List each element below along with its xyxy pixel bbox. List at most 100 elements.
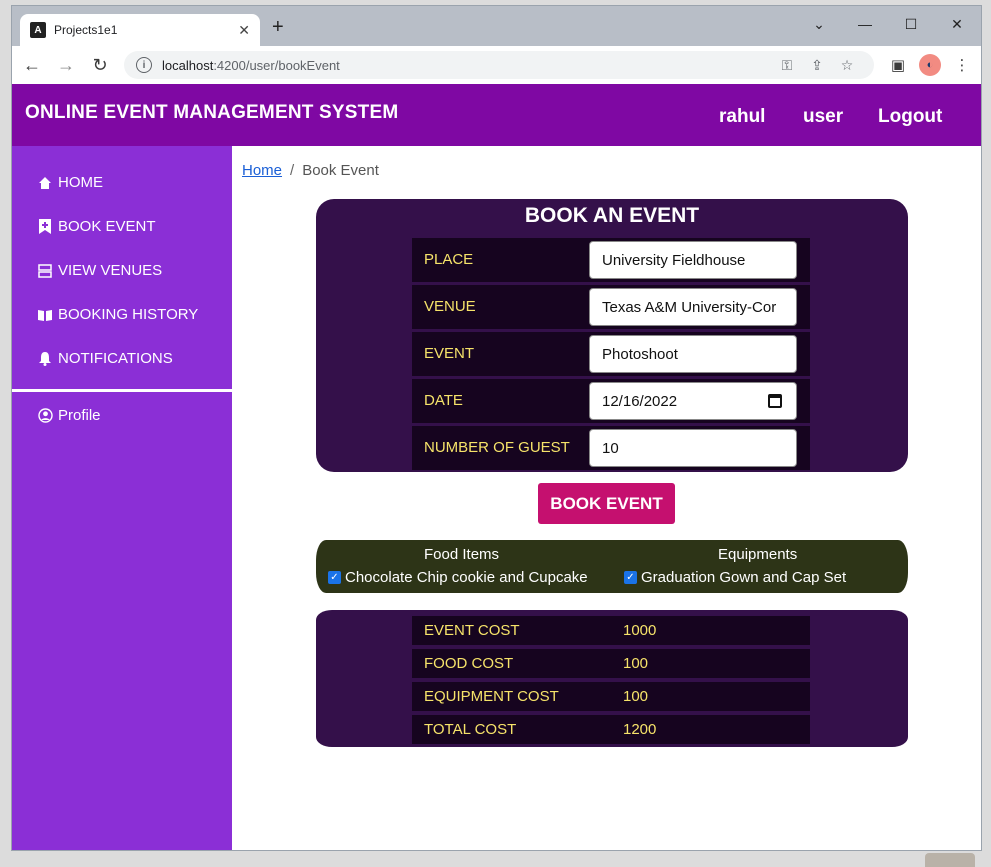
browser-tab[interactable]: A Projects1e1 ✕ bbox=[20, 14, 260, 46]
minimize-button[interactable]: — bbox=[842, 10, 888, 38]
sidebar-divider bbox=[12, 389, 232, 392]
food-item-option[interactable]: ✓ Chocolate Chip cookie and Cupcake bbox=[328, 569, 588, 586]
event-cost-value: 1000 bbox=[623, 622, 657, 639]
food-cost-value: 100 bbox=[623, 655, 649, 672]
form-row-event: EVENT Photoshoot bbox=[412, 332, 810, 376]
breadcrumb-home-link[interactable]: Home bbox=[242, 162, 282, 179]
app-header: ONLINE EVENT MANAGEMENT SYSTEM rahul use… bbox=[12, 84, 981, 146]
form-row-venue: VENUE Texas A&M University-Cor bbox=[412, 285, 810, 329]
url-text[interactable]: localhost:4200/user/bookEvent bbox=[162, 58, 772, 73]
food-items-heading: Food Items bbox=[424, 546, 500, 563]
star-icon[interactable]: ☆ bbox=[832, 57, 862, 74]
event-cost-label: EVENT COST bbox=[424, 622, 520, 639]
guests-label: NUMBER OF GUEST bbox=[424, 439, 570, 456]
close-window-button[interactable]: ✕ bbox=[934, 10, 980, 38]
sidebar-item-label: NOTIFICATIONS bbox=[58, 350, 173, 367]
food-item-label: Chocolate Chip cookie and Cupcake bbox=[345, 569, 588, 586]
event-label: EVENT bbox=[424, 345, 475, 362]
url-path: :4200/user/bookEvent bbox=[213, 57, 340, 73]
total-cost-value: 1200 bbox=[623, 721, 657, 738]
key-icon[interactable]: ⚿ bbox=[772, 57, 802, 74]
logout-link[interactable]: Logout bbox=[878, 106, 942, 128]
chevron-down-icon[interactable]: ⌄ bbox=[796, 10, 842, 38]
close-tab-icon[interactable]: ✕ bbox=[238, 22, 250, 39]
angular-icon: A bbox=[30, 22, 46, 38]
browser-toolbar: ← → ↻ i localhost:4200/user/bookEvent ⚿ … bbox=[12, 46, 981, 84]
form-row-place: PLACE University Fieldhouse bbox=[412, 238, 810, 282]
url-host: localhost bbox=[162, 57, 214, 73]
breadcrumb: Home / Book Event bbox=[242, 162, 379, 179]
venue-input[interactable]: Texas A&M University-Cor bbox=[589, 288, 797, 326]
cost-row: TOTAL COST 1200 bbox=[412, 715, 810, 744]
desktop-decoration bbox=[925, 853, 975, 867]
address-bar[interactable]: i localhost:4200/user/bookEvent ⚿ ⇪ ☆ bbox=[124, 51, 874, 79]
form-row-guests: NUMBER OF GUEST 10 bbox=[412, 426, 810, 470]
place-input[interactable]: University Fieldhouse bbox=[589, 241, 797, 279]
share-icon[interactable]: ⇪ bbox=[802, 57, 832, 74]
sidebar-item-label: BOOKING HISTORY bbox=[58, 306, 199, 323]
sidebar-item-label: Profile bbox=[58, 407, 101, 424]
book-open-icon bbox=[37, 307, 53, 323]
back-icon[interactable]: ← bbox=[18, 51, 46, 79]
equipment-item-label: Graduation Gown and Cap Set bbox=[641, 569, 847, 586]
cost-summary-panel: EVENT COST 1000 FOOD COST 100 EQUIPMENT … bbox=[316, 610, 908, 747]
sidebar-item-label: BOOK EVENT bbox=[58, 218, 156, 235]
checkbox-checked-icon[interactable]: ✓ bbox=[624, 571, 637, 584]
sidebar: HOME BOOK EVENT VIEW VENUES BOOKING HIST… bbox=[12, 146, 232, 850]
user-role-link[interactable]: user bbox=[803, 106, 843, 128]
maximize-button[interactable]: ☐ bbox=[888, 10, 934, 38]
equipments-heading: Equipments bbox=[718, 546, 798, 563]
equipment-cost-label: EQUIPMENT COST bbox=[424, 688, 559, 705]
form-row-date: DATE 12/16/2022 bbox=[412, 379, 810, 423]
place-label: PLACE bbox=[424, 251, 474, 268]
menu-dots-icon[interactable]: ⋮ bbox=[946, 51, 978, 79]
bookmark-plus-icon bbox=[37, 219, 53, 235]
side-panel-icon[interactable]: ▣ bbox=[882, 51, 914, 79]
booking-form-title: BOOK AN EVENT bbox=[524, 204, 700, 227]
profile-avatar: ◐ bbox=[919, 54, 941, 76]
guests-input[interactable]: 10 bbox=[589, 429, 797, 467]
sidebar-item-profile[interactable]: Profile bbox=[37, 407, 101, 424]
sidebar-item-notifications[interactable]: NOTIFICATIONS bbox=[37, 350, 173, 367]
total-cost-label: TOTAL COST bbox=[424, 721, 517, 738]
equipment-item-option[interactable]: ✓ Graduation Gown and Cap Set bbox=[624, 569, 846, 586]
cost-row: FOOD COST 100 bbox=[412, 649, 810, 678]
browser-window: A Projects1e1 ✕ + ⌄ — ☐ ✕ ← → ↻ i localh… bbox=[11, 5, 982, 851]
checkbox-checked-icon[interactable]: ✓ bbox=[328, 571, 341, 584]
bell-icon bbox=[37, 351, 53, 367]
info-icon[interactable]: i bbox=[136, 57, 152, 73]
extras-panel: Food Items ✓ Chocolate Chip cookie and C… bbox=[316, 540, 908, 593]
sidebar-item-label: VIEW VENUES bbox=[58, 262, 163, 279]
sidebar-item-book-event[interactable]: BOOK EVENT bbox=[37, 218, 156, 235]
home-icon bbox=[37, 175, 53, 191]
stack-icon bbox=[37, 263, 53, 279]
food-cost-label: FOOD COST bbox=[424, 655, 514, 672]
sidebar-item-home[interactable]: HOME bbox=[37, 174, 103, 191]
book-event-button[interactable]: BOOK EVENT bbox=[538, 483, 675, 524]
calendar-icon[interactable] bbox=[768, 394, 782, 408]
sidebar-item-booking-history[interactable]: BOOKING HISTORY bbox=[37, 306, 198, 323]
browser-titlebar: A Projects1e1 ✕ + ⌄ — ☐ ✕ bbox=[12, 6, 981, 46]
reload-icon[interactable]: ↻ bbox=[86, 51, 114, 79]
booking-form-panel: BOOK AN EVENT PLACE University Fieldhous… bbox=[316, 199, 908, 472]
date-input[interactable]: 12/16/2022 bbox=[589, 382, 797, 420]
date-value: 12/16/2022 bbox=[602, 392, 678, 410]
equipment-cost-value: 100 bbox=[623, 688, 649, 705]
venue-label: VENUE bbox=[424, 298, 476, 315]
user-circle-icon bbox=[37, 408, 53, 424]
breadcrumb-current: Book Event bbox=[302, 162, 379, 179]
sidebar-item-label: HOME bbox=[58, 174, 103, 191]
sidebar-item-view-venues[interactable]: VIEW VENUES bbox=[37, 262, 162, 279]
cost-row: EQUIPMENT COST 100 bbox=[412, 682, 810, 711]
page-content: ONLINE EVENT MANAGEMENT SYSTEM rahul use… bbox=[12, 84, 981, 850]
date-label: DATE bbox=[424, 392, 463, 409]
user-name-link[interactable]: rahul bbox=[719, 106, 765, 128]
breadcrumb-separator: / bbox=[290, 162, 295, 179]
cost-row: EVENT COST 1000 bbox=[412, 616, 810, 645]
new-tab-button[interactable]: + bbox=[272, 16, 284, 39]
app-title: ONLINE EVENT MANAGEMENT SYSTEM bbox=[25, 102, 399, 123]
profile-avatar-button[interactable]: ◐ bbox=[914, 51, 946, 79]
event-input[interactable]: Photoshoot bbox=[589, 335, 797, 373]
tab-title: Projects1e1 bbox=[54, 23, 118, 37]
forward-icon[interactable]: → bbox=[52, 51, 80, 79]
